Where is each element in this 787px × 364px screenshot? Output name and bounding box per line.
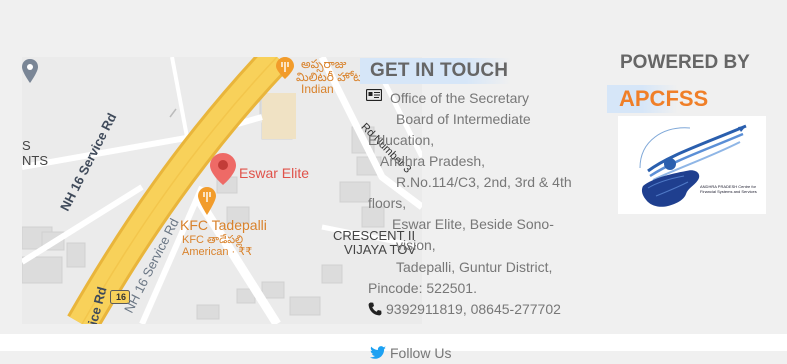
map-label-kfc-cuisine: American · ₹₹ — [182, 246, 253, 258]
address-card-icon — [366, 89, 382, 101]
apcfss-logo[interactable]: ANDHRA PRADESH Centre for Financial Syst… — [618, 116, 766, 214]
contact-line-3: Education, — [368, 132, 435, 148]
location-pin-icon[interactable] — [22, 59, 38, 83]
location-map[interactable]: అప్సరాజు మిలిటరీ హోట Indian Eswar Elite … — [22, 57, 422, 324]
map-label-kfc[interactable]: KFC Tadepalli — [180, 217, 267, 233]
apcfss-logo-text: ANDHRA PRADESH Centre for Financial Syst… — [700, 184, 757, 194]
contact-title: GET IN TOUCH — [360, 58, 512, 84]
contact-line-7: Eswar Elite, Beside Sono- — [392, 216, 554, 232]
powered-by-title: POWERED BY — [620, 52, 750, 73]
eswar-elite-pin-icon[interactable] — [210, 153, 236, 185]
follow-us-link[interactable]: Follow Us — [390, 343, 451, 364]
apcfss-logo-graphic — [639, 124, 747, 207]
contact-line-2: Board of Intermediate — [396, 111, 531, 127]
contact-line-5: R.No.114/C3, 2nd, 3rd & 4th — [396, 174, 572, 190]
powered-by-brand[interactable]: APCFSS — [607, 85, 709, 113]
contact-line-10: Pincode: 522501. — [368, 280, 477, 296]
contact-line-6: floors, — [368, 195, 407, 211]
map-label-kfc-telugu: KFC తాడేపల్లి — [182, 234, 244, 246]
map-label-restaurant-cuisine: Indian — [301, 82, 334, 96]
contact-phone[interactable]: 9392911819, 08645-277702 — [386, 299, 561, 320]
contact-line-9: Tadepalli, Guntur District, — [396, 259, 553, 275]
map-label-shield-16: 16 — [116, 292, 127, 302]
contact-line-1: Office of the Secretary — [390, 90, 530, 106]
map-label-left-s: S — [22, 138, 31, 153]
phone-icon — [368, 302, 382, 316]
contact-line-8: vision, — [396, 237, 436, 253]
map-label-eswar-elite[interactable]: Eswar Elite — [239, 165, 309, 181]
contact-line-4: Andhra Pradesh, — [380, 153, 486, 169]
map-label-left-nts: NTS — [22, 153, 48, 168]
kfc-pin-icon[interactable] — [198, 187, 216, 215]
twitter-icon[interactable] — [370, 346, 386, 360]
restaurant-pin-icon[interactable] — [276, 57, 294, 79]
